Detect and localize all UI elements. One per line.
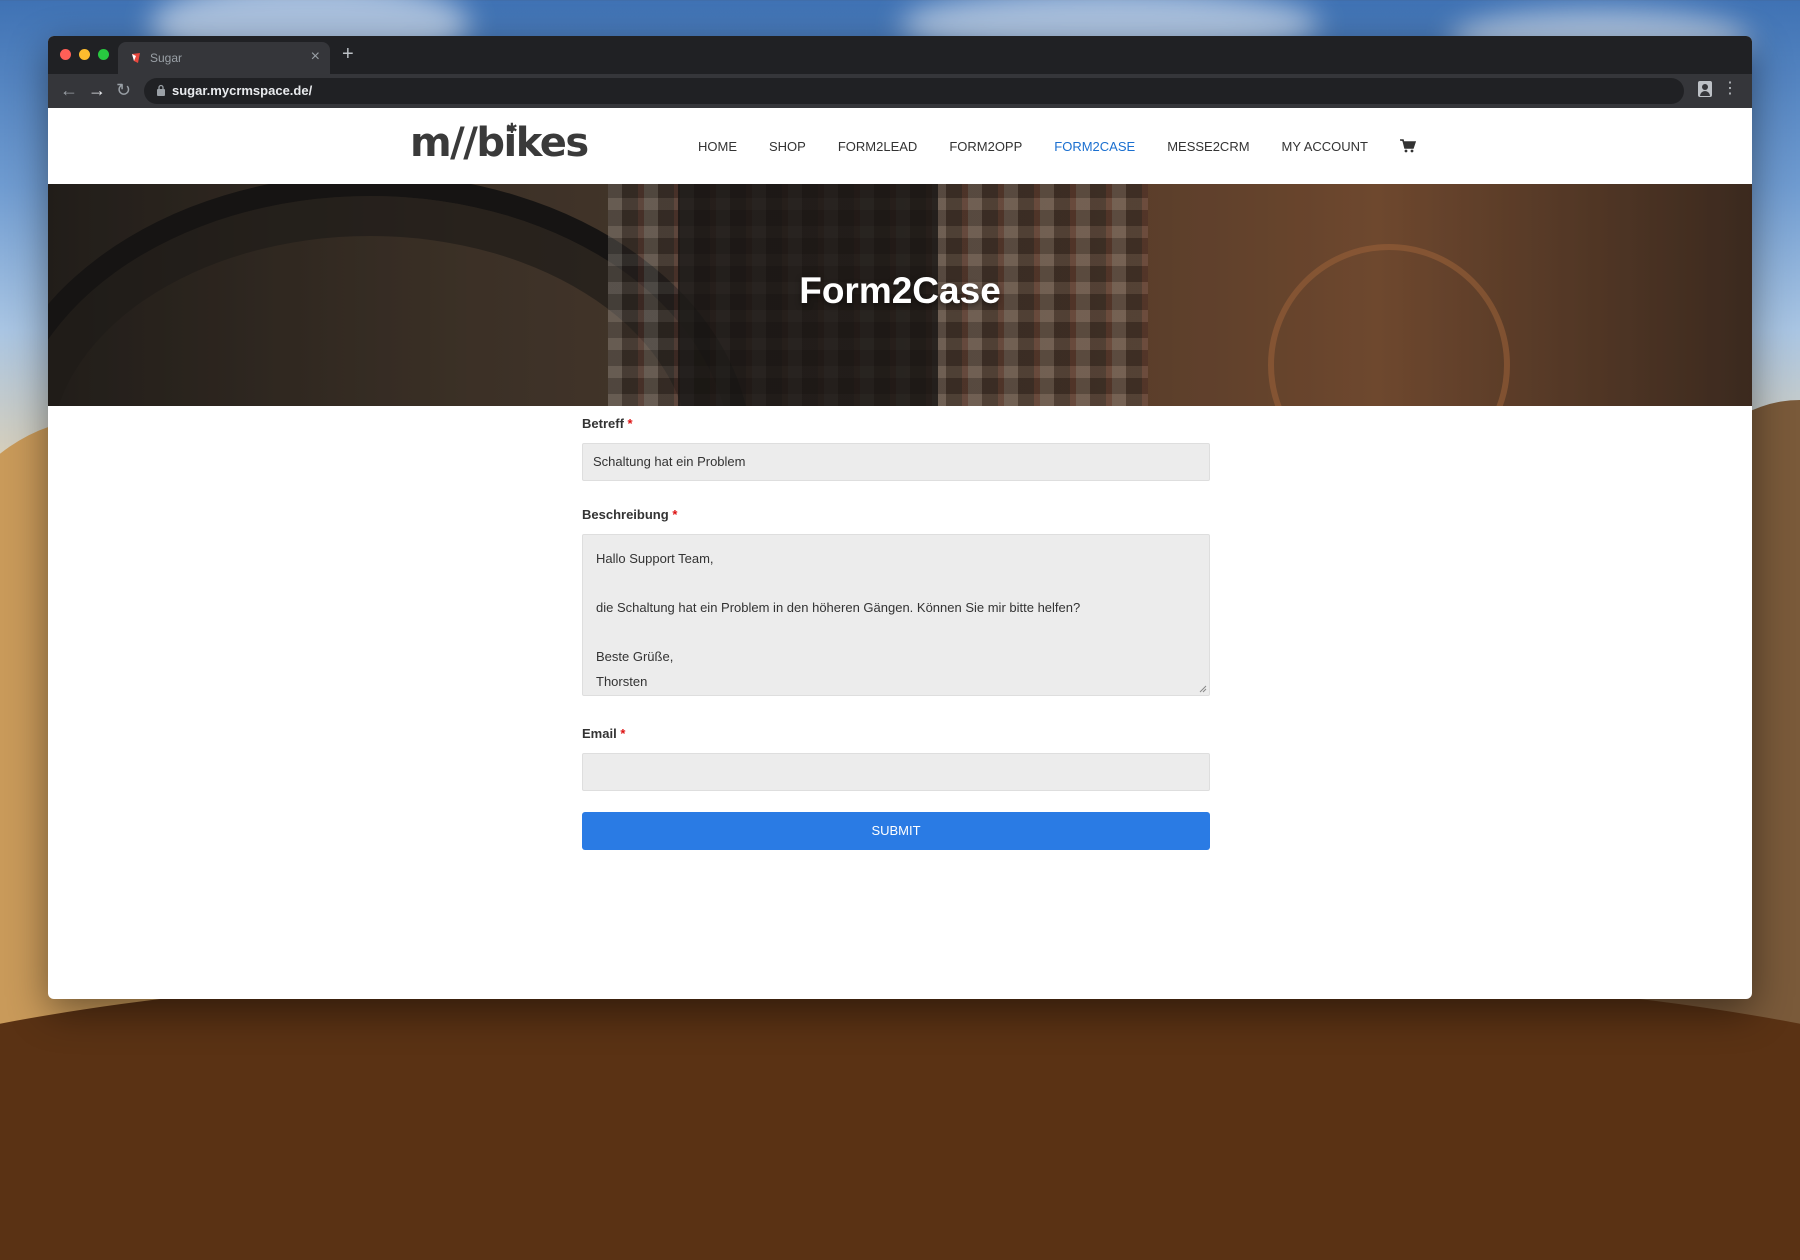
description-line: Beste Grüße, bbox=[596, 649, 674, 664]
nav-item-home[interactable]: HOME bbox=[698, 139, 737, 154]
nav-item-messe2crm[interactable]: MESSE2CRM bbox=[1167, 139, 1249, 154]
subject-label: Betreff * bbox=[582, 416, 1210, 434]
browser-window: Sugar × + ← → ↻ sugar.mycrmspace.de/ ⋮ m… bbox=[48, 36, 1752, 999]
email-label: Email * bbox=[582, 726, 1210, 744]
url-text: sugar.mycrmspace.de/ bbox=[172, 83, 313, 98]
required-mark: * bbox=[627, 416, 633, 431]
logo-text: m//bikes bbox=[410, 120, 589, 166]
case-form: Betreff * Schaltung hat ein Problem Besc… bbox=[582, 416, 1210, 850]
hero-banner: Form2Case bbox=[48, 184, 1752, 406]
zoom-window-button[interactable] bbox=[98, 49, 109, 60]
resize-handle-icon[interactable] bbox=[1199, 685, 1207, 693]
required-mark: * bbox=[672, 507, 678, 522]
nav-item-my-account[interactable]: MY ACCOUNT bbox=[1282, 139, 1368, 154]
back-arrow-icon[interactable]: ← bbox=[60, 79, 78, 101]
tab-close-icon[interactable]: × bbox=[311, 48, 320, 66]
nav-item-form2lead[interactable]: FORM2LEAD bbox=[838, 139, 917, 154]
browser-tab[interactable]: Sugar × bbox=[118, 42, 330, 74]
subject-input[interactable]: Schaltung hat ein Problem bbox=[582, 443, 1210, 481]
forward-arrow-icon[interactable]: → bbox=[88, 79, 106, 101]
site-logo[interactable]: m//bikes ✱ bbox=[410, 120, 590, 166]
browser-tab-bar: Sugar × + bbox=[48, 36, 1752, 74]
description-label-text: Beschreibung bbox=[582, 507, 669, 522]
nav-item-form2opp[interactable]: FORM2OPP bbox=[949, 139, 1022, 154]
subject-label-text: Betreff bbox=[582, 416, 624, 431]
browser-toolbar: ← → ↻ sugar.mycrmspace.de/ ⋮ bbox=[48, 74, 1752, 108]
window-controls bbox=[60, 49, 109, 60]
nav-item-shop[interactable]: SHOP bbox=[769, 139, 806, 154]
address-bar[interactable]: sugar.mycrmspace.de/ bbox=[144, 78, 1684, 104]
lock-icon bbox=[157, 84, 165, 96]
description-line: Thorsten bbox=[596, 673, 648, 689]
minimize-window-button[interactable] bbox=[79, 49, 90, 60]
description-line: Hallo Support Team, bbox=[596, 551, 714, 566]
shopping-cart-icon[interactable] bbox=[1399, 139, 1416, 153]
description-textarea[interactable]: Hallo Support Team, die Schaltung hat ei… bbox=[582, 534, 1210, 696]
profile-icon[interactable] bbox=[1698, 81, 1712, 97]
description-label: Beschreibung * bbox=[582, 507, 1210, 525]
new-tab-button[interactable]: + bbox=[342, 42, 354, 66]
site-header: m//bikes ✱ HOME SHOP FORM2LEAD FORM2OPP … bbox=[48, 108, 1752, 184]
email-input[interactable] bbox=[582, 753, 1210, 791]
close-window-button[interactable] bbox=[60, 49, 71, 60]
tab-title: Sugar bbox=[150, 51, 183, 65]
required-mark: * bbox=[620, 726, 626, 741]
sugar-favicon-icon bbox=[132, 53, 140, 63]
page-title: Form2Case bbox=[799, 270, 1001, 311]
submit-button[interactable]: SUBMIT bbox=[582, 812, 1210, 850]
description-line bbox=[596, 621, 1196, 646]
email-label-text: Email bbox=[582, 726, 617, 741]
gear-icon: ✱ bbox=[506, 120, 518, 136]
menu-dots-icon[interactable]: ⋮ bbox=[1722, 79, 1738, 99]
description-line bbox=[596, 572, 1196, 597]
description-line: die Schaltung hat ein Problem in den höh… bbox=[596, 600, 1081, 615]
reload-icon[interactable]: ↻ bbox=[116, 79, 131, 101]
main-nav: HOME SHOP FORM2LEAD FORM2OPP FORM2CASE M… bbox=[698, 108, 1416, 184]
nav-item-form2case[interactable]: FORM2CASE bbox=[1054, 139, 1135, 154]
